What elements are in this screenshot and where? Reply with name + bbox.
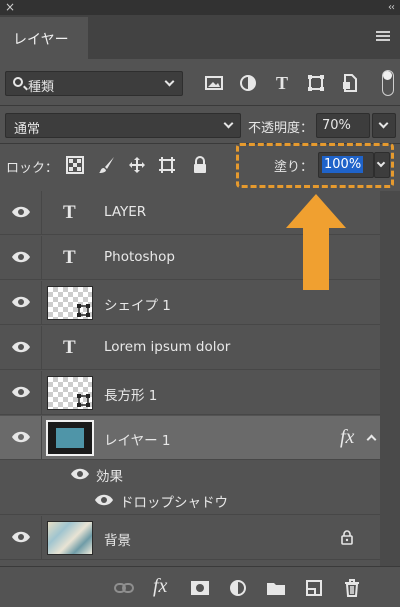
new-group-icon[interactable] (266, 578, 286, 598)
blend-row: 通常 不透明度： 70% (0, 107, 400, 143)
chevron-down-icon (223, 118, 234, 129)
panel-tab-row: レイヤー (0, 15, 400, 59)
adjustment-filter-icon[interactable] (238, 73, 258, 93)
search-icon (13, 77, 23, 87)
effects-group-row[interactable]: 効果 (0, 461, 380, 487)
layer-name[interactable]: シェイプ 1 (104, 294, 171, 314)
effects-label: 効果 (96, 469, 123, 485)
lock-row: ロック： 塗り： 100% (0, 143, 400, 189)
layer-name[interactable]: 長方形 1 (104, 384, 157, 404)
chevron-down-icon (164, 76, 175, 87)
lock-label: ロック： (6, 161, 59, 176)
delete-layer-icon[interactable] (342, 578, 362, 598)
layer-thumbnail[interactable] (47, 376, 93, 410)
divider (0, 105, 400, 106)
layer-name[interactable]: 背景 (104, 529, 131, 549)
close-icon[interactable]: × (5, 0, 15, 15)
column-separator (41, 416, 42, 459)
fill-dropdown-button[interactable] (374, 152, 390, 178)
layers-bottom-toolbar: fx (0, 566, 400, 607)
shape-filter-icon[interactable] (306, 73, 326, 93)
filter-toggle-switch[interactable] (382, 70, 394, 96)
lock-artboard-icon[interactable] (158, 156, 176, 174)
collapse-effects-icon[interactable] (366, 434, 377, 445)
opacity-label: 不透明度： (248, 121, 314, 136)
fill-input-value: 100% (322, 156, 364, 173)
visibility-eye-icon[interactable] (11, 430, 31, 444)
opacity-input[interactable]: 70% (316, 113, 370, 138)
filter-kind-label: 種類 (28, 80, 55, 95)
hamburger-menu-icon[interactable] (376, 31, 390, 41)
chevron-down-icon (378, 118, 389, 129)
collapse-panel-icon[interactable]: ‹‹ (388, 0, 395, 15)
column-separator (41, 516, 42, 559)
visibility-eye-icon[interactable] (11, 530, 31, 544)
visibility-eye-icon[interactable] (11, 295, 31, 309)
layer-name[interactable]: Lorem ipsum dolor (104, 339, 230, 355)
column-separator (41, 371, 42, 414)
layer-filter-row: 種類 T (0, 59, 400, 105)
shape-layer-icon (77, 394, 90, 407)
column-separator (41, 326, 42, 369)
visibility-eye-icon[interactable] (11, 250, 31, 264)
blend-mode-select[interactable]: 通常 (5, 113, 241, 138)
opacity-dropdown-button[interactable] (372, 113, 396, 138)
add-layer-style-icon[interactable]: fx (153, 575, 173, 597)
visibility-eye-icon[interactable] (70, 467, 90, 481)
pointer-arrow-icon (286, 194, 346, 290)
layer-name[interactable]: レイヤー 1 (104, 429, 170, 449)
layer-name[interactable]: LAYER (104, 204, 146, 220)
tab-layers[interactable]: レイヤー (0, 17, 88, 59)
column-separator (41, 236, 42, 279)
filter-kind-select[interactable]: 種類 (5, 71, 183, 96)
lock-transparent-pixels-icon[interactable] (66, 156, 84, 174)
fx-icon[interactable]: fx (340, 426, 354, 449)
fill-input[interactable]: 100% (318, 152, 374, 178)
visibility-eye-icon[interactable] (11, 205, 31, 219)
blend-mode-value: 通常 (14, 122, 41, 137)
layer-row[interactable]: 背景 (0, 516, 380, 560)
effect-row[interactable]: ドロップシャドウ (0, 487, 380, 515)
link-layers-icon[interactable] (114, 578, 134, 598)
lock-position-icon[interactable] (128, 156, 146, 174)
type-filter-glyph: T (276, 73, 288, 93)
fill-label: 塗り： (274, 160, 314, 175)
visibility-eye-icon[interactable] (11, 385, 31, 399)
image-filter-icon[interactable] (204, 73, 224, 93)
visibility-eye-icon[interactable] (94, 493, 114, 507)
text-layer-icon: T (63, 202, 76, 223)
panel-titlebar: × ‹‹ (0, 0, 400, 15)
layer-name[interactable]: Photoshop (104, 249, 175, 265)
layer-thumbnail[interactable] (47, 521, 93, 555)
lock-image-pixels-icon[interactable] (98, 156, 116, 174)
layer-row[interactable]: T Lorem ipsum dolor (0, 326, 380, 370)
chevron-down-icon (376, 158, 386, 168)
visibility-eye-icon[interactable] (11, 340, 31, 354)
new-adjustment-layer-icon[interactable] (228, 578, 248, 598)
add-mask-icon[interactable] (190, 578, 210, 598)
effect-name: ドロップシャドウ (120, 495, 228, 511)
smart-object-filter-icon[interactable] (340, 73, 360, 93)
new-layer-icon[interactable] (304, 578, 324, 598)
layers-scrollbar[interactable] (380, 191, 400, 566)
column-separator (41, 281, 42, 324)
lock-all-icon[interactable] (191, 156, 209, 174)
layer-thumbnail[interactable] (47, 286, 93, 320)
layer-thumbnail[interactable] (46, 420, 94, 456)
layer-lock-icon (341, 530, 353, 545)
layer-row[interactable]: 長方形 1 (0, 371, 380, 415)
type-filter-icon[interactable]: T (272, 73, 292, 93)
text-layer-icon: T (63, 247, 76, 268)
text-layer-icon: T (63, 337, 76, 358)
column-separator (41, 191, 42, 234)
shape-layer-icon (77, 304, 90, 317)
layer-row-selected[interactable]: レイヤー 1 fx (0, 416, 380, 460)
